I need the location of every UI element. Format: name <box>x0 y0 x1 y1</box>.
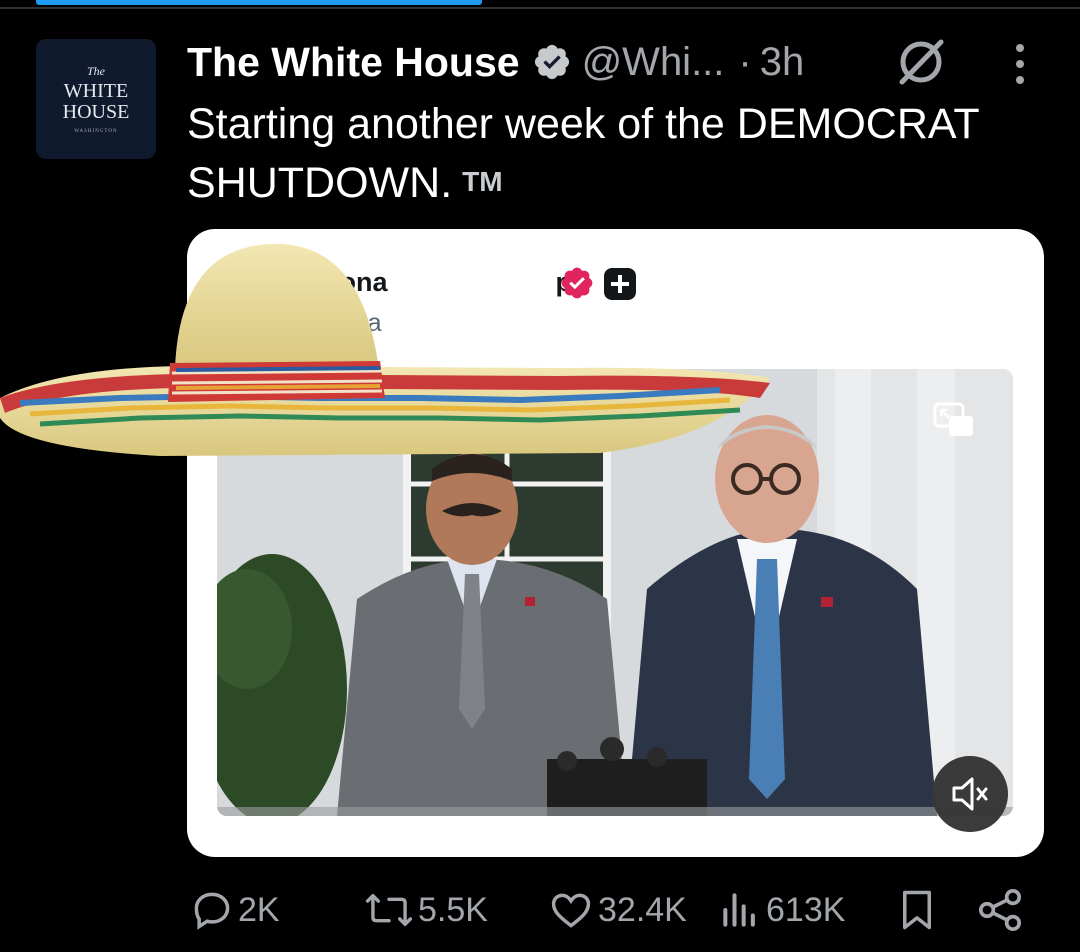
divider-line <box>0 7 1080 9</box>
sombrero-overlay <box>0 243 770 456</box>
like-button[interactable]: 32.4K <box>548 880 687 940</box>
share-icon <box>978 888 1022 932</box>
repost-icon <box>365 894 413 926</box>
post-time[interactable]: 3h <box>760 40 805 85</box>
author-name[interactable]: The White House <box>187 39 520 86</box>
post-header: The White House @Whi... · 3h <box>187 34 804 90</box>
post-text: Starting another week of the DEMOCRAT SH… <box>187 96 1057 212</box>
bookmark-button[interactable] <box>896 880 938 940</box>
tab-indicator <box>36 0 482 5</box>
verified-badge-icon[interactable] <box>532 42 572 82</box>
repost-count: 5.5K <box>418 890 488 929</box>
reply-button[interactable]: 2K <box>190 880 280 940</box>
separator-dot: · <box>738 39 752 84</box>
bookmark-icon <box>903 890 931 930</box>
share-button[interactable] <box>976 880 1024 940</box>
white-house-avatar[interactable]: The WHITE HOUSE WASHINGTON <box>36 39 156 159</box>
views-icon <box>723 893 755 927</box>
avatar-text-washington: WASHINGTON <box>74 129 118 134</box>
post-actions: 2K 5.5K 32.4K 613K <box>0 880 1080 940</box>
author-handle[interactable]: @Whi... <box>582 40 725 85</box>
avatar-text-house: HOUSE <box>62 101 130 123</box>
avatar-text-the: The <box>87 64 105 78</box>
grok-icon[interactable] <box>895 36 947 88</box>
more-icon[interactable] <box>1010 42 1030 86</box>
trademark-mark: TM <box>462 166 503 197</box>
avatar-text-white: WHITE <box>63 80 129 102</box>
post-text-body: Starting another week of the DEMOCRAT SH… <box>187 100 979 207</box>
like-icon <box>551 893 591 928</box>
picture-in-picture-icon[interactable] <box>933 402 975 438</box>
view-count: 613K <box>766 890 846 929</box>
top-divider <box>0 0 1080 10</box>
reply-icon <box>194 892 230 930</box>
mute-icon[interactable] <box>932 756 1008 832</box>
views-button[interactable]: 613K <box>718 880 845 940</box>
like-count: 32.4K <box>598 890 687 929</box>
reply-count: 2K <box>238 890 280 929</box>
repost-button[interactable]: 5.5K <box>364 880 488 940</box>
